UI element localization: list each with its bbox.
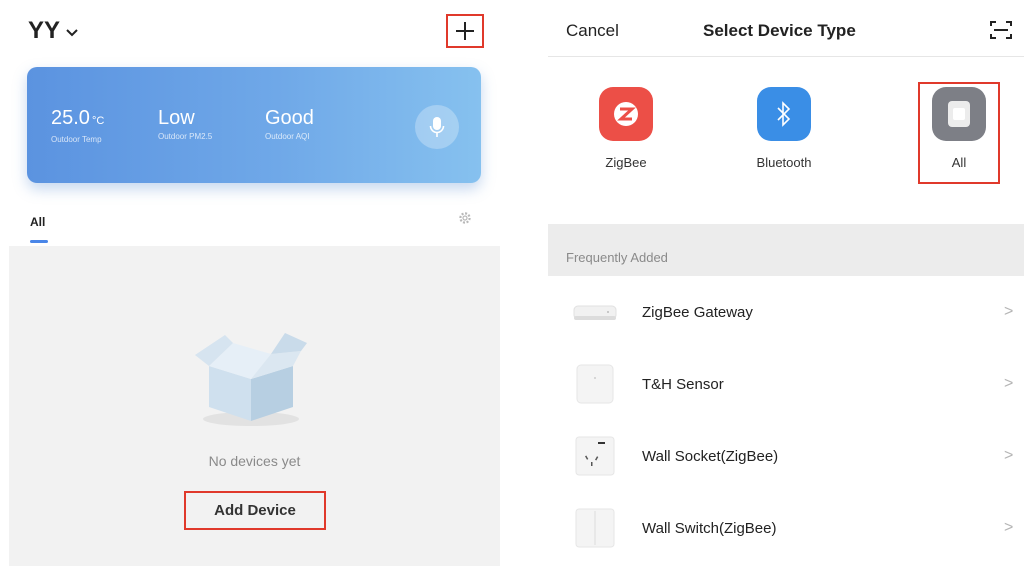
list-item-wall-switch[interactable]: Wall Switch(ZigBee) > bbox=[548, 492, 1024, 564]
page-title: Select Device Type bbox=[703, 21, 856, 40]
socket-icon bbox=[575, 436, 615, 476]
section-label: Frequently Added bbox=[566, 250, 668, 265]
device-name: Wall Switch(ZigBee) bbox=[642, 520, 777, 537]
pm-value: Low bbox=[158, 107, 195, 129]
aqi-label: Outdoor AQI bbox=[265, 132, 310, 141]
device-name: T&H Sensor bbox=[642, 376, 724, 393]
scan-icon[interactable] bbox=[990, 20, 1012, 40]
zigbee-icon bbox=[599, 87, 653, 141]
list-item-th-sensor[interactable]: T&H Sensor > bbox=[548, 348, 1024, 420]
switch-icon bbox=[575, 508, 615, 548]
gear-icon[interactable] bbox=[458, 211, 472, 225]
chevron-right-icon: > bbox=[1004, 303, 1014, 320]
chevron-down-icon bbox=[66, 24, 78, 40]
type-label: ZigBee bbox=[605, 155, 647, 170]
add-device-button[interactable]: Add Device bbox=[184, 491, 326, 530]
type-all-highlight bbox=[918, 82, 1000, 184]
list-item-zigbee-gateway[interactable]: ZigBee Gateway > bbox=[548, 276, 1024, 348]
temp-unit: °C bbox=[91, 115, 105, 127]
microphone-icon bbox=[429, 117, 445, 137]
sensor-icon bbox=[576, 364, 614, 404]
select-device-type-screen: Cancel Select Device Type ZigBee Bluetoo… bbox=[548, 0, 1024, 566]
device-name: Wall Socket(ZigBee) bbox=[642, 448, 779, 465]
voice-button[interactable] bbox=[415, 105, 459, 149]
empty-device-area: No devices yet Add Device bbox=[9, 246, 500, 566]
weather-card: 25.0 °C Outdoor Temp Low Outdoor PM2.5 Go… bbox=[27, 67, 481, 183]
chevron-right-icon: > bbox=[1004, 447, 1014, 464]
device-list: ZigBee Gateway > T&H Sensor > Wall Socke… bbox=[548, 276, 1024, 564]
bluetooth-icon bbox=[757, 87, 811, 141]
aqi-value: Good bbox=[265, 107, 314, 129]
chevron-right-icon: > bbox=[1004, 375, 1014, 392]
temp-label: Outdoor Temp bbox=[51, 135, 102, 144]
home-selector[interactable]: YY bbox=[28, 17, 78, 45]
section-header: Frequently Added bbox=[548, 224, 1024, 276]
device-name: ZigBee Gateway bbox=[642, 304, 753, 321]
empty-box-icon bbox=[195, 333, 307, 426]
type-zigbee[interactable]: ZigBee bbox=[581, 87, 671, 170]
outdoor-pm: Low Outdoor PM2.5 bbox=[158, 107, 212, 141]
empty-state-text: No devices yet bbox=[208, 453, 301, 469]
tab-active-indicator bbox=[30, 240, 48, 243]
chevron-right-icon: > bbox=[1004, 519, 1014, 536]
list-item-wall-socket[interactable]: Wall Socket(ZigBee) > bbox=[548, 420, 1024, 492]
outdoor-temp: 25.0 °C Outdoor Temp bbox=[51, 107, 104, 144]
outdoor-aqi: Good Outdoor AQI bbox=[265, 107, 314, 141]
gateway-icon bbox=[573, 305, 617, 320]
pm-label: Outdoor PM2.5 bbox=[158, 132, 213, 141]
type-label: Bluetooth bbox=[756, 155, 812, 170]
cancel-button[interactable]: Cancel bbox=[566, 21, 619, 41]
add-device-plus-button[interactable] bbox=[446, 14, 484, 48]
type-bluetooth[interactable]: Bluetooth bbox=[739, 87, 829, 170]
home-name: YY bbox=[28, 17, 61, 44]
tab-all[interactable]: All bbox=[30, 215, 45, 229]
home-screen: YY 25.0 °C Outdoor Temp Low Outdoor PM2.5… bbox=[0, 0, 500, 566]
temp-value: 25.0 bbox=[51, 107, 90, 129]
nav-header: Cancel Select Device Type bbox=[548, 0, 1024, 57]
plus-icon bbox=[456, 22, 474, 40]
